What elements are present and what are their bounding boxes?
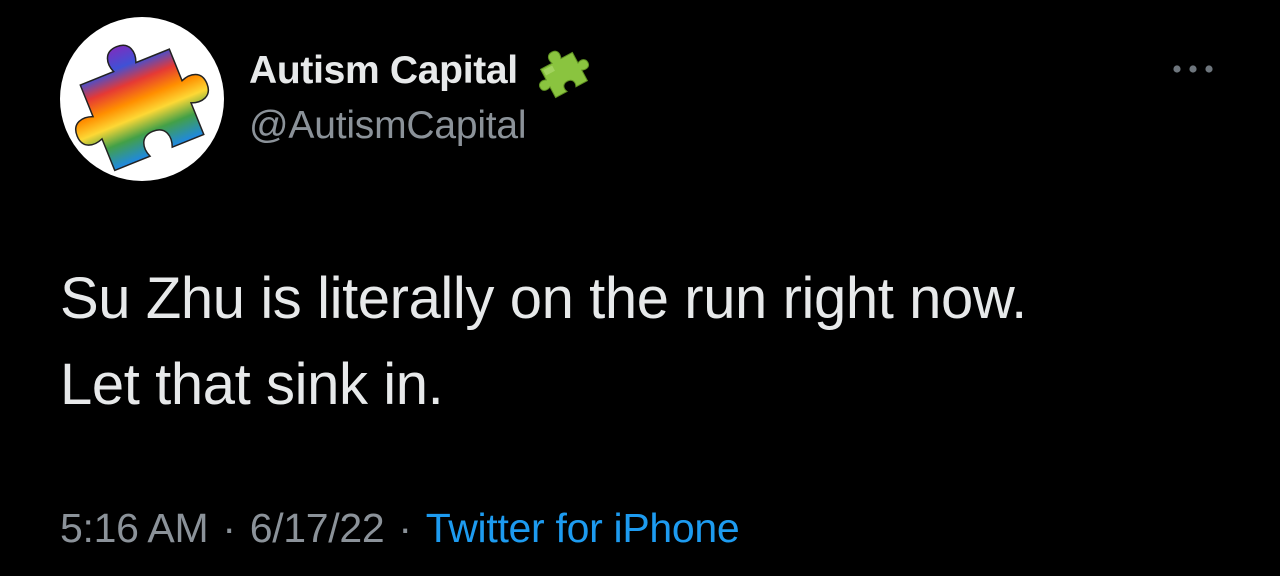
- tweet-metadata: 5:16 AM · 6/17/22 · Twitter for iPhone: [60, 503, 740, 553]
- tweet-text: Su Zhu is literally on the run right now…: [60, 256, 1240, 428]
- author-handle[interactable]: @AutismCapital: [249, 104, 527, 148]
- tweet: Autism Capital @AutismCapital Su Zhu is …: [0, 0, 1280, 576]
- avatar[interactable]: [60, 17, 224, 181]
- tweet-text-line: Su Zhu is literally on the run right now…: [60, 266, 1027, 331]
- meta-separator: ·: [398, 504, 412, 551]
- author-name-row: Autism Capital: [249, 43, 594, 99]
- rainbow-puzzle-piece-icon: [75, 44, 209, 172]
- more-options-icon[interactable]: [1168, 54, 1218, 84]
- meta-separator: ·: [222, 504, 236, 551]
- tweet-source-link[interactable]: Twitter for iPhone: [426, 505, 740, 552]
- tweet-text-line: Let that sink in.: [60, 352, 444, 417]
- tweet-date[interactable]: 6/17/22: [250, 505, 385, 552]
- tweet-time[interactable]: 5:16 AM: [60, 505, 209, 552]
- puzzle-piece-badge-icon: [532, 43, 594, 99]
- display-name[interactable]: Autism Capital: [249, 49, 518, 93]
